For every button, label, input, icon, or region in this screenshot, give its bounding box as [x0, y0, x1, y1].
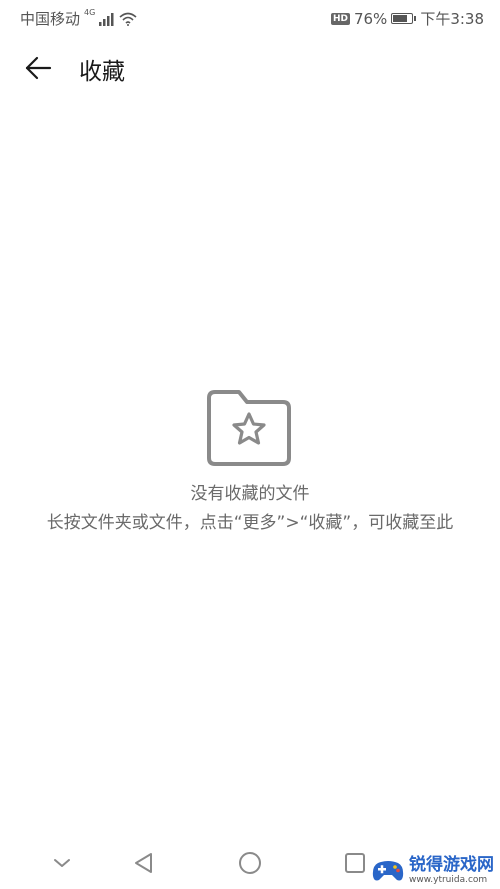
signal-icon	[99, 12, 114, 26]
nav-home-button[interactable]	[235, 848, 265, 878]
gamepad-logo-icon	[372, 861, 404, 881]
battery-icon	[391, 13, 417, 24]
status-bar: 中国移动 4G HD 76% 下午3:38	[0, 0, 500, 34]
empty-hint: 长按文件夹或文件，点击“更多”>“收藏”，可收藏至此	[46, 513, 454, 533]
empty-state: 没有收藏的文件 长按文件夹或文件，点击“更多”>“收藏”，可收藏至此	[0, 388, 500, 536]
clock: 下午3:38	[420, 10, 484, 28]
square-recents-icon	[345, 853, 365, 873]
watermark-url: www.ytruida.com	[409, 875, 488, 885]
hide-nav-button[interactable]	[47, 848, 77, 878]
carrier-label: 中国移动	[20, 10, 81, 28]
back-button[interactable]	[18, 50, 58, 86]
navigation-bar: 锐得游戏网 www.ytruida.com	[0, 836, 500, 889]
folder-star-icon	[207, 390, 291, 466]
nav-recents-button[interactable]	[340, 848, 370, 878]
network-type-label: 4G	[84, 8, 96, 17]
battery-fill	[393, 15, 407, 22]
watermark-name: 锐得游戏网	[409, 855, 494, 875]
status-right: HD 76% 下午3:38	[330, 8, 484, 29]
arrow-left-icon	[25, 56, 52, 80]
status-left: 中国移动 4G	[20, 8, 137, 29]
page-title: 收藏	[79, 59, 125, 85]
chevron-down-icon	[54, 859, 70, 867]
hd-badge: HD	[330, 12, 350, 25]
nav-back-button[interactable]	[128, 848, 158, 878]
wifi-icon	[119, 12, 137, 26]
header: 收藏	[0, 40, 500, 96]
triangle-back-icon	[135, 853, 152, 873]
circle-home-icon	[239, 852, 261, 874]
watermark: 锐得游戏网 www.ytruida.com	[371, 857, 494, 885]
empty-title: 没有收藏的文件	[190, 484, 310, 504]
battery-percent: 76%	[353, 9, 388, 28]
